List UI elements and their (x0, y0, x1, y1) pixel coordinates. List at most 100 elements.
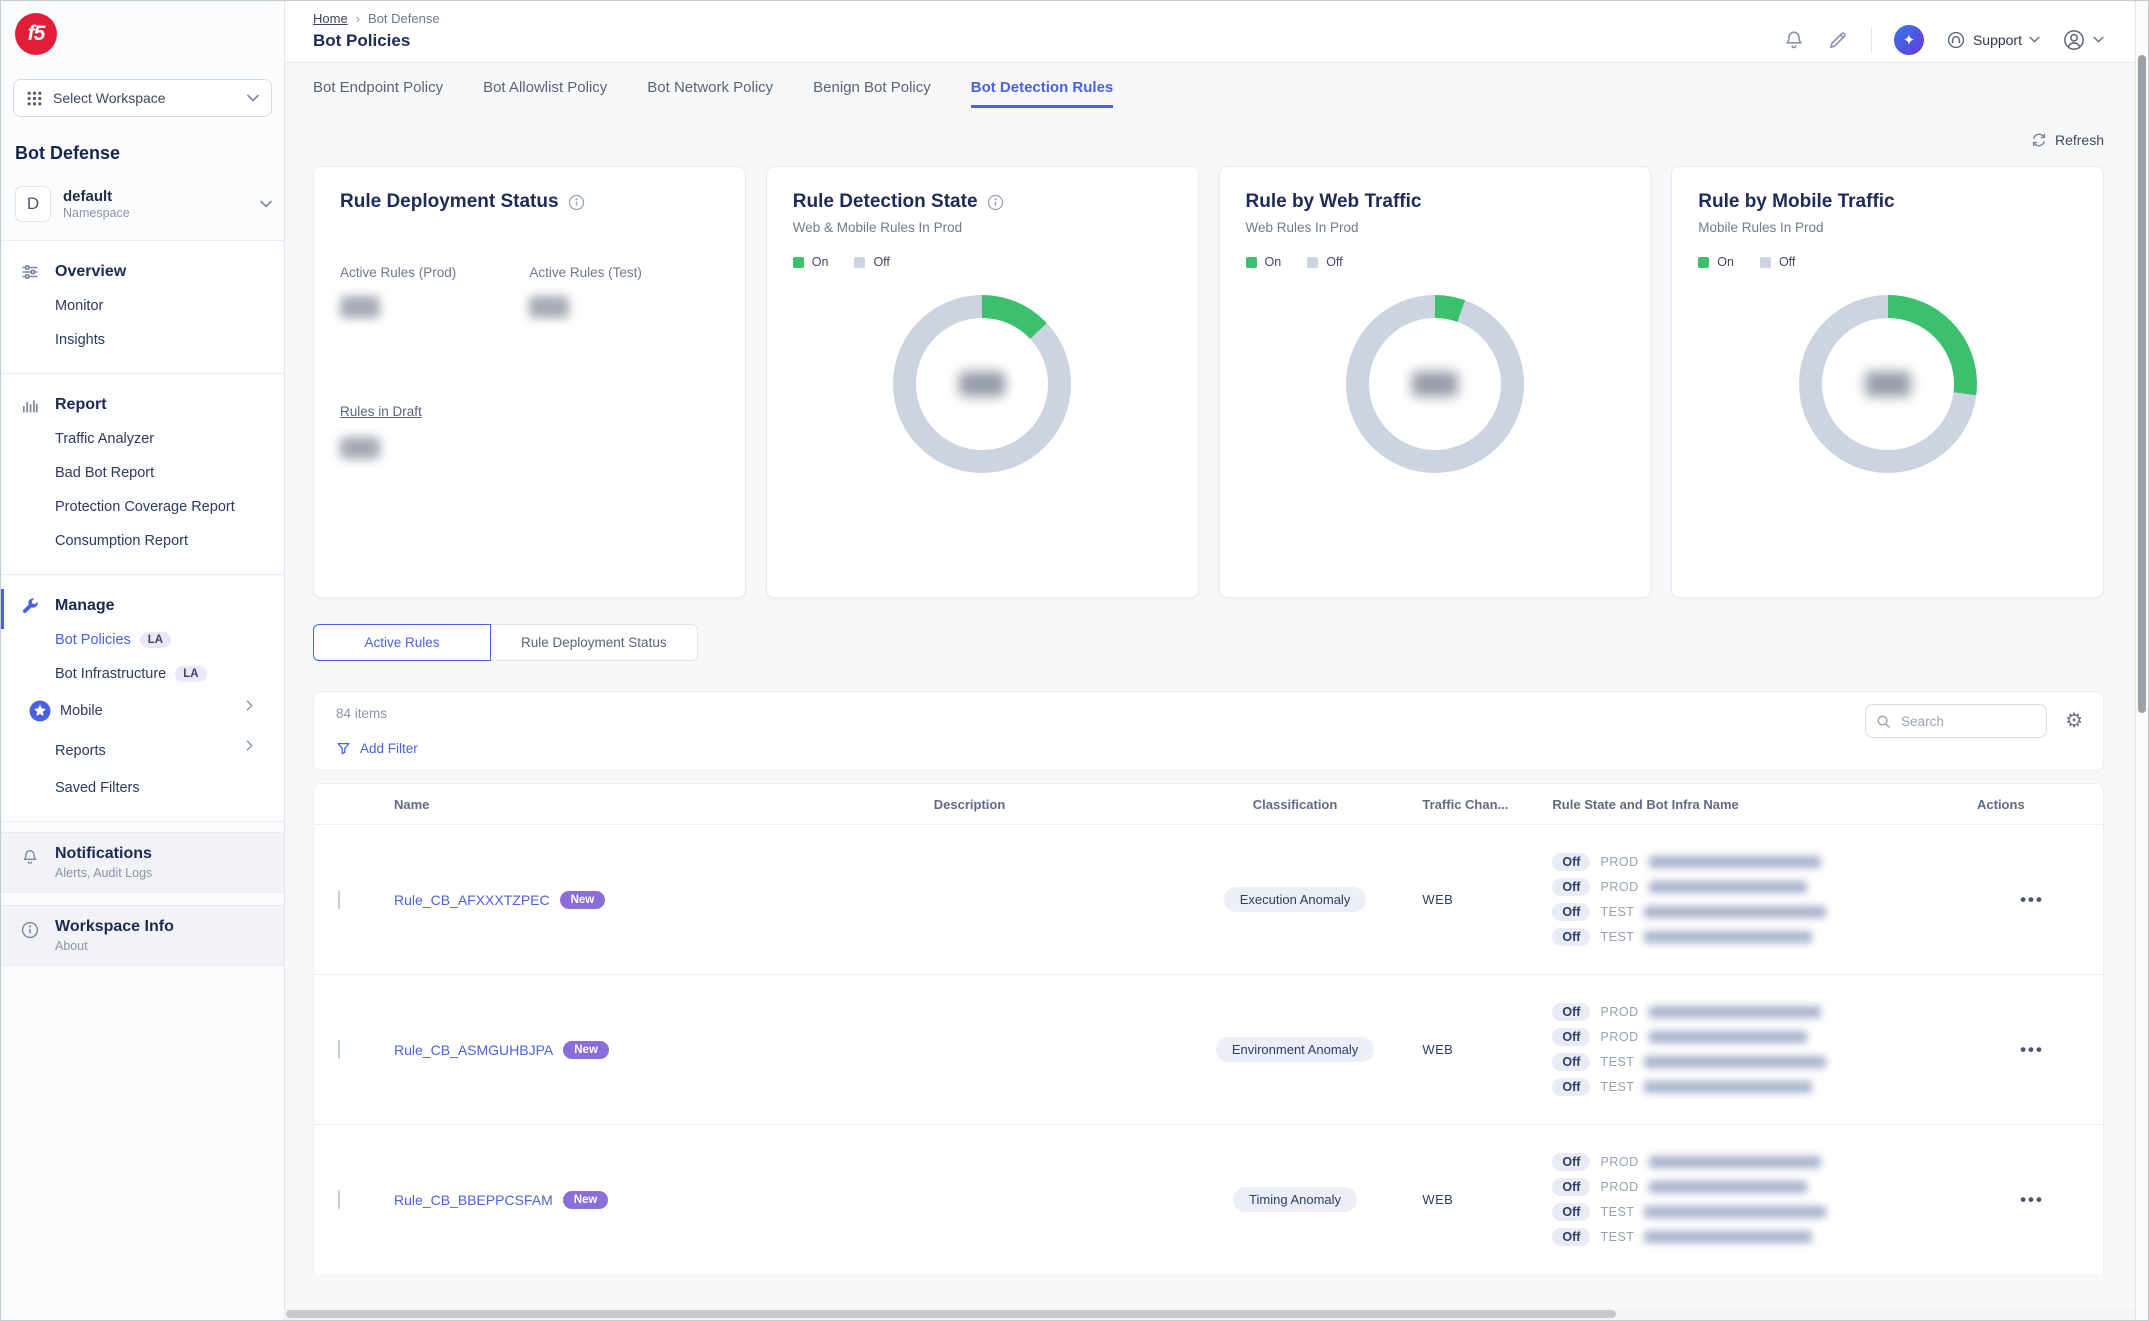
sidebar-item-consumption-report[interactable]: Consumption Report (1, 524, 284, 558)
traffic-channel-cell: WEB (1422, 892, 1552, 907)
sidebar-item-protection-coverage-report[interactable]: Protection Coverage Report (1, 490, 284, 524)
rule-state-badge: Off (1552, 1153, 1590, 1171)
sidebar-item-saved-filters[interactable]: Saved Filters (1, 771, 284, 805)
table-row: Rule_CB_BBEPPCSFAMNewTiming AnomalyWEBOf… (314, 1124, 2103, 1274)
blurred-infra-name (1644, 931, 1812, 943)
rule-state-line: OffTEST (1552, 903, 1977, 921)
blurred-infra-name (1649, 1181, 1807, 1193)
row-checkbox[interactable] (338, 1190, 340, 1209)
namespace-selector[interactable]: D default Namespace (15, 186, 272, 240)
search-icon (1876, 714, 1891, 729)
pencil-icon[interactable] (1827, 29, 1849, 51)
account-menu[interactable] (2062, 28, 2104, 52)
sidebar-item-traffic-analyzer[interactable]: Traffic Analyzer (1, 422, 284, 456)
sidebar-item-bot-policies[interactable]: Bot PoliciesLA (1, 623, 284, 657)
workspace-selector[interactable]: Select Workspace (13, 79, 272, 117)
tab-bot-detection-rules[interactable]: Bot Detection Rules (971, 79, 1114, 108)
environment-label: TEST (1600, 1080, 1634, 1094)
chart-legend: OnOff (793, 255, 1172, 269)
info-icon[interactable] (987, 194, 1004, 211)
star-icon (29, 700, 51, 722)
column-header-classification[interactable]: Classification (1253, 797, 1338, 812)
add-filter-button[interactable]: Add Filter (336, 741, 2081, 756)
chevron-down-icon (260, 200, 272, 208)
horizontal-scrollbar[interactable] (286, 1308, 2135, 1320)
environment-label: PROD (1600, 1005, 1638, 1019)
chevron-down-icon (247, 94, 259, 102)
sidebar-section-manage: ManageBot PoliciesLABot InfrastructureLA… (1, 575, 284, 822)
chevron-right-icon (246, 740, 268, 762)
sidebar-item-reports[interactable]: Reports (1, 731, 284, 771)
sidebar-block-workspace-info[interactable]: Workspace InfoAbout (1, 905, 284, 966)
column-header-traffic-chan[interactable]: Traffic Chan... (1422, 797, 1552, 812)
sidebar-block-notifications[interactable]: NotificationsAlerts, Audit Logs (1, 832, 284, 893)
sidebar-item-insights[interactable]: Insights (1, 323, 284, 357)
sidebar-nav: OverviewMonitorInsights ReportTraffic Ana… (1, 240, 284, 822)
row-checkbox[interactable] (338, 890, 340, 909)
sidebar-block-text: Workspace InfoAbout (55, 918, 174, 953)
rule-state-line: OffTEST (1552, 928, 1977, 946)
column-header-description[interactable]: Description (934, 797, 1006, 812)
card-rule-by-web-traffic: Rule by Web TrafficWeb Rules In ProdOnOf… (1219, 166, 1652, 598)
chevron-down-icon (2029, 36, 2040, 43)
sidebar-item-monitor[interactable]: Monitor (1, 289, 284, 323)
column-header-rule-state-and-bot-infra-name[interactable]: Rule State and Bot Infra Name (1552, 797, 1977, 812)
vertical-scrollbar[interactable] (2135, 1, 2148, 1320)
tab-bot-endpoint-policy[interactable]: Bot Endpoint Policy (313, 79, 443, 108)
rule-state-line: Off TEST (1552, 1203, 1977, 1221)
sidebar-item-mobile[interactable]: Mobile (1, 691, 284, 731)
blurred-infra-name (1644, 1206, 1826, 1218)
sidebar-section-head-report[interactable]: Report (1, 388, 284, 422)
info-icon[interactable] (568, 194, 585, 211)
gear-icon[interactable]: ⚙ (2065, 711, 2083, 731)
row-actions-button[interactable]: ••• (2020, 1190, 2044, 1210)
row-actions-button[interactable]: ••• (2020, 1040, 2044, 1060)
sidebar-section-report: ReportTraffic AnalyzerBad Bot ReportProt… (1, 374, 284, 575)
sidebar-section-head-manage[interactable]: Manage (1, 589, 284, 623)
card-rule-deployment-status: Rule Deployment StatusActive Rules (Prod… (313, 166, 746, 598)
rule-name-link[interactable]: Rule_CB_ASMGUHBJPA (394, 1042, 553, 1058)
environment-label: PROD (1600, 880, 1638, 894)
table-header: Name Description Classification Traffic Cha… (314, 784, 2103, 824)
breadcrumb-home[interactable]: Home (313, 11, 348, 26)
environment-label: TEST (1600, 1205, 1634, 1219)
new-badge: New (560, 891, 606, 909)
horizontal-scrollbar-thumb[interactable] (286, 1310, 1616, 1318)
column-header-name[interactable]: Name (394, 797, 771, 812)
sidebar-item-label: Consumption Report (55, 533, 188, 549)
legend-label: On (812, 255, 829, 269)
rule-state-badge: Off (1552, 1203, 1590, 1221)
ai-assistant-button[interactable]: ✦ (1894, 25, 1924, 55)
search-input[interactable] (1899, 713, 2019, 730)
vertical-scrollbar-thumb[interactable] (2138, 55, 2146, 713)
legend-swatch (1760, 257, 1771, 268)
sidebar-item-bad-bot-report[interactable]: Bad Bot Report (1, 456, 284, 490)
tab-benign-bot-policy[interactable]: Benign Bot Policy (813, 79, 931, 108)
rule-state-badge: Off (1552, 903, 1590, 921)
view-toggle-active-rules[interactable]: Active Rules (313, 624, 491, 661)
rule-state-badge: Off (1552, 1003, 1590, 1021)
blurred-infra-name (1649, 1031, 1807, 1043)
sidebar-item-bot-infrastructure[interactable]: Bot InfrastructureLA (1, 657, 284, 691)
view-toggle-rule-deployment-status[interactable]: Rule Deployment Status (491, 624, 698, 661)
tab-bot-allowlist-policy[interactable]: Bot Allowlist Policy (483, 79, 607, 108)
row-checkbox[interactable] (338, 1040, 340, 1059)
environment-label: TEST (1600, 1230, 1634, 1244)
support-menu[interactable]: Support (1946, 30, 2040, 50)
row-actions-button[interactable]: ••• (2020, 890, 2044, 910)
refresh-button[interactable]: Refresh (2031, 132, 2104, 148)
column-header-actions[interactable]: Actions (1977, 797, 2087, 812)
rules-in-draft-link[interactable]: Rules in Draft (340, 404, 422, 419)
stat-active-rules-test: Active Rules (Test) (529, 265, 718, 318)
sidebar-item-label: Mobile (60, 703, 103, 719)
environment-label: PROD (1600, 855, 1638, 869)
chevron-down-icon (2093, 36, 2104, 43)
bell-icon (21, 848, 39, 866)
notifications-bell-icon[interactable] (1783, 29, 1805, 51)
legend-label: Off (1326, 255, 1342, 269)
rule-name-link[interactable]: Rule_CB_AFXXXTZPEC (394, 892, 550, 908)
rule-state-line: Off PROD (1552, 1003, 1977, 1021)
sidebar-section-head-overview[interactable]: Overview (1, 255, 284, 289)
tab-bot-network-policy[interactable]: Bot Network Policy (647, 79, 773, 108)
rule-name-link[interactable]: Rule_CB_BBEPPCSFAM (394, 1192, 553, 1208)
